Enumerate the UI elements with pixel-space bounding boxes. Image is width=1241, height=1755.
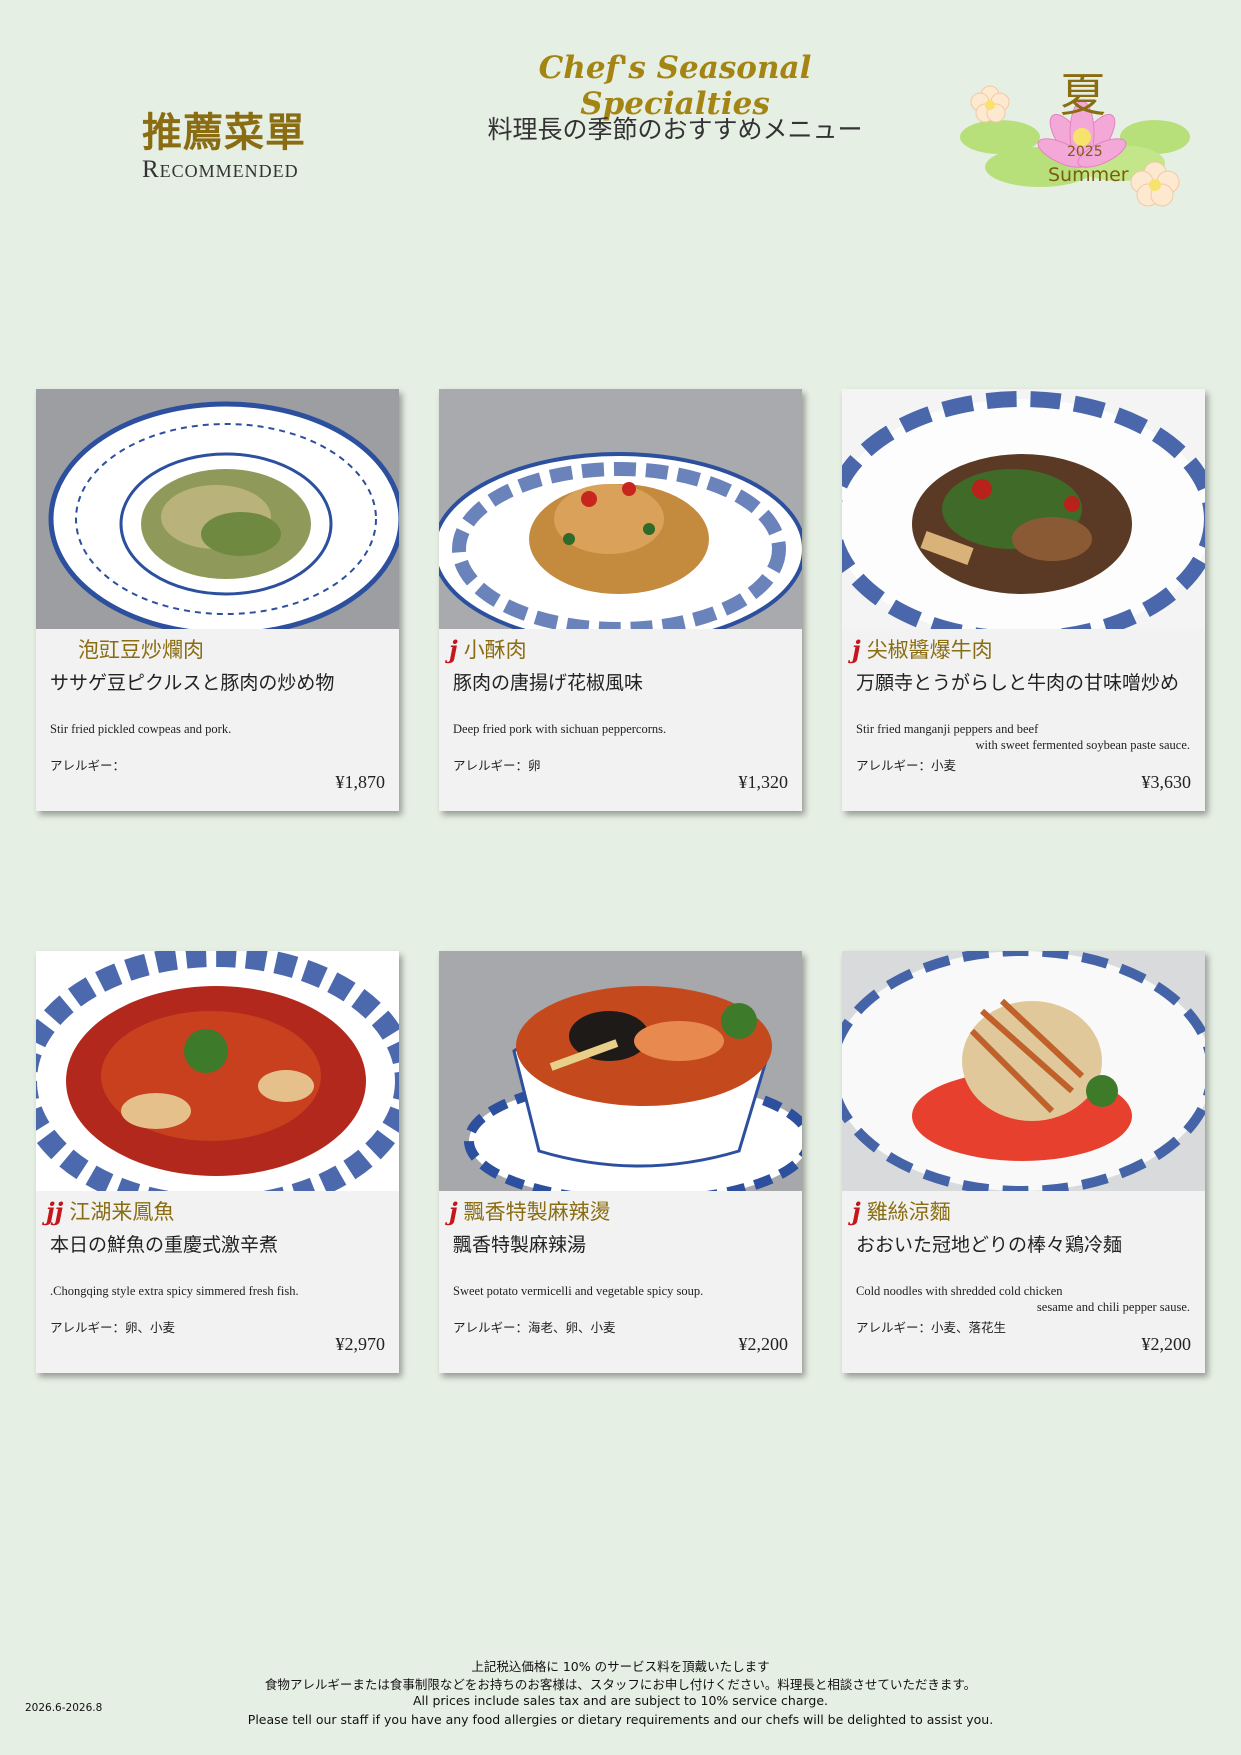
dish-price: ¥2,200 <box>738 1334 789 1354</box>
allergy-info: アレルギー：卵 <box>453 758 541 773</box>
dish-photo <box>439 389 802 629</box>
dish-desc-en: Sweet potato vermicelli and vegetable sp… <box>453 1284 704 1298</box>
chili-icon: j <box>852 634 861 664</box>
season-badge: 夏 2025 Summer <box>950 55 1230 215</box>
allergy-info: アレルギー：小麦 <box>856 758 957 773</box>
dish-name-cn: j 尖椒醬爆牛肉 <box>852 634 993 664</box>
menu-card: 泡豇豆炒爛肉 ササゲ豆ピクルスと豚肉の炒め物 Stir fried pickle… <box>36 389 399 811</box>
page-subtitle: 料理長の季節のおすすめメニュー <box>487 115 863 144</box>
dish-photo <box>842 951 1205 1191</box>
chili-icon: j <box>449 1196 458 1226</box>
chili-icon: j <box>449 634 458 664</box>
allergy-info: アレルギー：海老、卵、小麦 <box>453 1320 616 1335</box>
chili-icon: jj <box>46 1196 64 1226</box>
dish-photo <box>36 951 399 1191</box>
menu-period: 2026.6-2026.8 <box>25 1702 103 1714</box>
season-year: 2025 <box>1067 144 1103 160</box>
dish-photo <box>36 389 399 629</box>
menu-card: jj 江湖来鳳魚 本日の鮮魚の重慶式激辛煮 .Chongqing style ex… <box>36 951 399 1373</box>
dish-name-cn: j 飄香特製麻辣燙 <box>449 1196 611 1226</box>
title-cn: 推薦菜單 <box>142 110 306 156</box>
dish-name-cn: j 小酥肉 <box>449 634 527 664</box>
allergy-info: アレルギー：卵、小麦 <box>50 1320 176 1335</box>
allergy-info: アレルギー：小麦、落花生 <box>856 1320 1007 1335</box>
dish-name-jp: 豚肉の唐揚げ花椒風味 <box>453 672 644 694</box>
dish-name-cn: jj 江湖来鳳魚 <box>46 1196 175 1226</box>
dish-photo <box>842 389 1205 629</box>
dish-price: ¥1,870 <box>335 772 386 792</box>
title-en: Recommended <box>142 156 299 183</box>
dish-name-jp: 万願寺とうがらしと牛肉の甘味噌炒め <box>856 672 1180 694</box>
dish-name-jp: ササゲ豆ピクルスと豚肉の炒め物 <box>50 672 335 694</box>
menu-card: j 雞絲涼麵 おおいた冠地どりの棒々鶏冷麺 Cold noodles with s… <box>842 951 1205 1373</box>
menu-card: j 尖椒醬爆牛肉 万願寺とうがらしと牛肉の甘味噌炒め Stir fried man… <box>842 389 1205 811</box>
menu-card: j 小酥肉 豚肉の唐揚げ花椒風味 Deep fried pork with sic… <box>439 389 802 811</box>
dish-desc-en: Stir fried pickled cowpeas and pork. <box>50 722 232 736</box>
menu-card: j 飄香特製麻辣燙 飄香特製麻辣湯 Sweet potato vermicelli… <box>439 951 802 1373</box>
dish-name-jp: おおいた冠地どりの棒々鶏冷麺 <box>856 1234 1123 1256</box>
allergy-info: アレルギー： <box>50 758 126 773</box>
footer-line-2: 食物アレルギーまたは食事制限などをお持ちのお客様は、スタッフにお申し付けください… <box>264 1677 977 1692</box>
footer-line-1: 上記税込価格に 10% のサービス料を頂戴いたします <box>471 1659 770 1674</box>
footer-line-3: All prices include sales tax and are sub… <box>412 1693 829 1708</box>
footer-line-4: Please tell our staff if you have any fo… <box>247 1712 994 1727</box>
dish-name-jp: 本日の鮮魚の重慶式激辛煮 <box>50 1234 279 1256</box>
dish-desc-en: Deep fried pork with sichuan peppercorns… <box>453 722 667 736</box>
dish-price: ¥1,320 <box>738 772 789 792</box>
dish-name-jp: 飄香特製麻辣湯 <box>453 1234 587 1256</box>
dish-photo <box>439 951 802 1191</box>
season-kanji: 夏 <box>1060 68 1106 122</box>
season-name: Summer <box>1048 164 1129 186</box>
dish-desc-en: Stir fried manganji peppers and beef with… <box>856 722 1190 752</box>
dish-desc-en: .Chongqing style extra spicy simmered fr… <box>50 1284 299 1298</box>
dish-desc-en: Cold noodles with shredded cold chicken s… <box>856 1284 1190 1314</box>
dish-price: ¥2,200 <box>1141 1334 1192 1354</box>
dish-name-cn: j 雞絲涼麵 <box>852 1196 951 1226</box>
dish-price: ¥3,630 <box>1141 772 1192 792</box>
dish-price: ¥2,970 <box>335 1334 386 1354</box>
dish-name-cn: 泡豇豆炒爛肉 <box>78 638 204 662</box>
chili-icon: j <box>852 1196 861 1226</box>
